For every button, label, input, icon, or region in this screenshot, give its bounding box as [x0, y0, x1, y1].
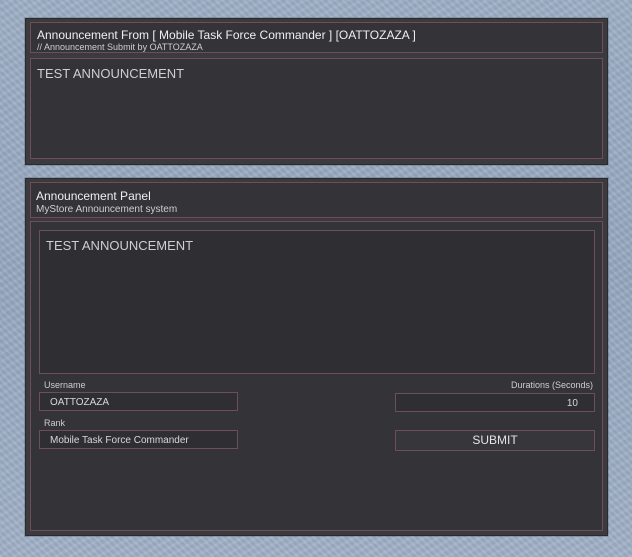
rank-value: Mobile Task Force Commander [50, 435, 189, 446]
rank-label: Rank [44, 418, 66, 428]
announcement-message-textarea[interactable]: TEST ANNOUNCEMENT [39, 230, 595, 374]
announcement-panel-title: Announcement Panel [36, 189, 151, 203]
username-label: Username [44, 380, 86, 390]
announcement-display-subtitle: // Announcement Submit by OATTOZAZA [37, 42, 203, 52]
announcement-message-value: TEST ANNOUNCEMENT [46, 238, 194, 253]
duration-label: Durations (Seconds) [510, 380, 593, 390]
announcement-panel-subtitle: MyStore Announcement system [36, 204, 178, 215]
username-value: OATTOZAZA [50, 397, 110, 408]
announcement-display-message: TEST ANNOUNCEMENT [37, 66, 185, 81]
submit-button[interactable]: SUBMIT [395, 430, 595, 451]
rank-field[interactable]: Mobile Task Force Commander [39, 430, 238, 449]
announcement-form: TEST ANNOUNCEMENT Username OATTOZAZA Ran… [30, 221, 603, 531]
announcement-display-header: Announcement From [ Mobile Task Force Co… [30, 22, 603, 53]
username-field[interactable]: OATTOZAZA [39, 392, 238, 411]
announcement-panel-header: Announcement Panel MyStore Announcement … [30, 182, 603, 218]
duration-value: 10 [566, 398, 578, 409]
announcement-display-panel: Announcement From [ Mobile Task Force Co… [25, 18, 608, 165]
announcement-panel: Announcement Panel MyStore Announcement … [25, 178, 608, 536]
announcement-display-title: Announcement From [ Mobile Task Force Co… [37, 28, 416, 42]
announcement-display-body: TEST ANNOUNCEMENT [30, 58, 603, 159]
duration-field[interactable]: 10 [395, 393, 595, 412]
